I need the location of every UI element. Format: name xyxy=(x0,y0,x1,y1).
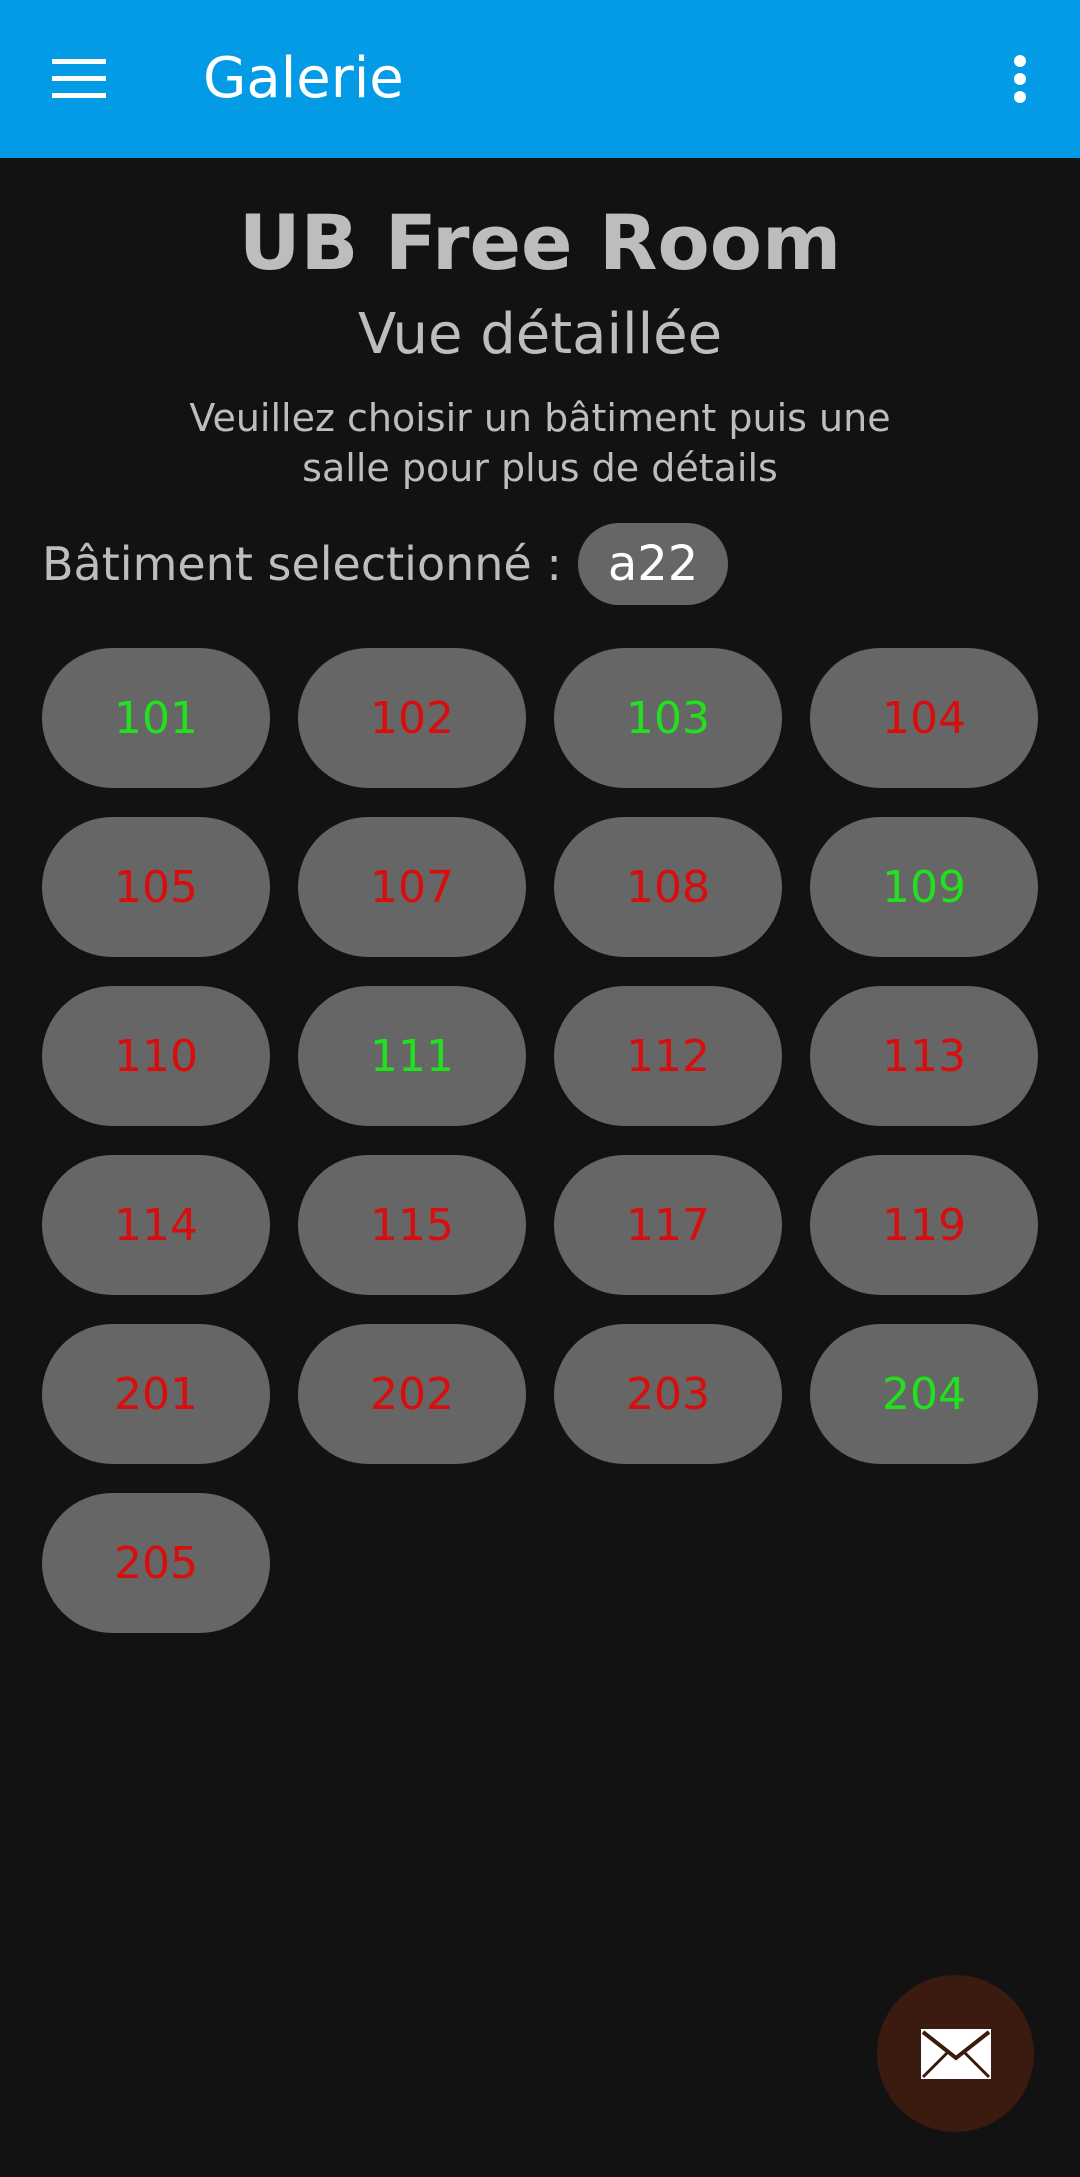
building-label: Bâtiment selectionné : xyxy=(42,537,562,591)
room-button-115[interactable]: 115 xyxy=(298,1155,526,1295)
room-button-203[interactable]: 203 xyxy=(554,1324,782,1464)
menu-icon xyxy=(52,59,106,98)
mail-fab-button[interactable] xyxy=(877,1975,1034,2132)
building-selection-row: Bâtiment selectionné : a22 xyxy=(42,523,729,605)
room-button-103[interactable]: 103 xyxy=(554,648,782,788)
room-button-110[interactable]: 110 xyxy=(42,986,270,1126)
room-button-112[interactable]: 112 xyxy=(554,986,782,1126)
more-options-button[interactable] xyxy=(990,44,1050,114)
page-subtitle: Vue détaillée xyxy=(357,302,723,367)
page-title: UB Free Room xyxy=(238,198,842,287)
mail-icon xyxy=(920,2028,991,2079)
room-button-113[interactable]: 113 xyxy=(810,986,1038,1126)
room-button-205[interactable]: 205 xyxy=(42,1493,270,1633)
menu-button[interactable] xyxy=(46,50,112,108)
room-button-204[interactable]: 204 xyxy=(810,1324,1038,1464)
app-bar: Galerie xyxy=(0,0,1080,158)
room-button-107[interactable]: 107 xyxy=(298,817,526,957)
room-button-105[interactable]: 105 xyxy=(42,817,270,957)
room-button-201[interactable]: 201 xyxy=(42,1324,270,1464)
room-button-109[interactable]: 109 xyxy=(810,817,1038,957)
app-screen: Galerie UB Free Room Vue détaillée Veuil… xyxy=(0,0,1080,2177)
room-button-111[interactable]: 111 xyxy=(298,986,526,1126)
room-button-108[interactable]: 108 xyxy=(554,817,782,957)
room-button-119[interactable]: 119 xyxy=(810,1155,1038,1295)
room-button-102[interactable]: 102 xyxy=(298,648,526,788)
more-vert-icon xyxy=(1014,55,1026,103)
rooms-grid: 101 102 103 104 105 107 108 109 110 111 112 113 114 1… xyxy=(42,648,1038,1633)
app-bar-title: Galerie xyxy=(203,46,404,111)
selected-building-chip[interactable]: a22 xyxy=(577,523,729,605)
room-button-101[interactable]: 101 xyxy=(42,648,270,788)
room-button-202[interactable]: 202 xyxy=(298,1324,526,1464)
room-button-114[interactable]: 114 xyxy=(42,1155,270,1295)
instructions-text: Veuillez choisir un bâtiment puis une sa… xyxy=(189,396,891,490)
room-button-104[interactable]: 104 xyxy=(810,648,1038,788)
room-button-117[interactable]: 117 xyxy=(554,1155,782,1295)
